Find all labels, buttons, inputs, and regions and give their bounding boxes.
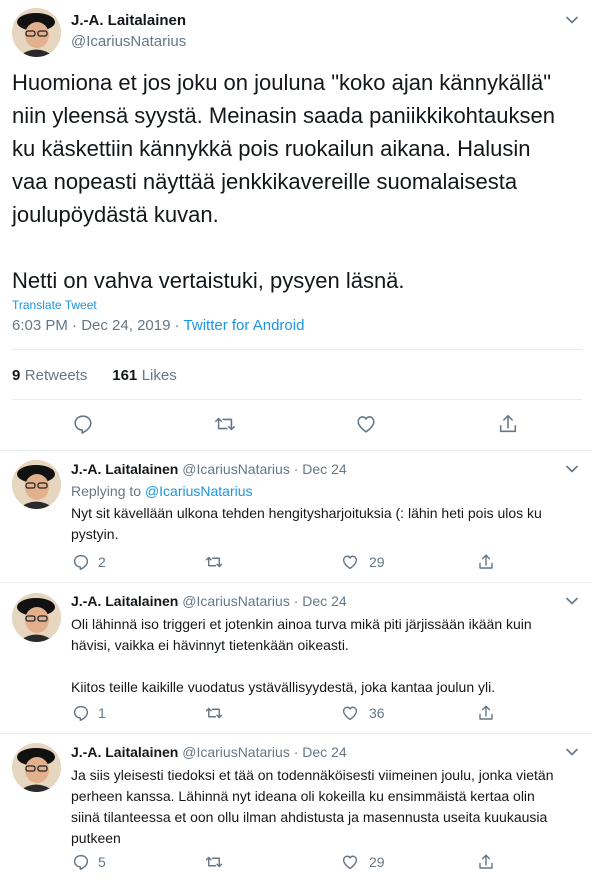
retweet-icon[interactable]	[205, 704, 223, 722]
chevron-down-icon[interactable]	[565, 745, 579, 759]
retweet-icon[interactable]	[205, 553, 223, 571]
reply-count: 2	[98, 554, 106, 570]
divider	[12, 349, 582, 350]
author-name[interactable]: J.-A. Laitalainen	[71, 744, 178, 760]
author-handle[interactable]: @IcariusNatarius	[182, 461, 290, 477]
tweet-date[interactable]: Dec 24, 2019	[81, 317, 170, 334]
like-count: 29	[369, 854, 385, 870]
reply-icon[interactable]	[72, 704, 90, 722]
likes-count[interactable]: 161	[112, 367, 137, 384]
chevron-down-icon[interactable]	[565, 13, 579, 27]
author-name[interactable]: J.-A. Laitalainen	[71, 12, 186, 29]
replying-to-label: Replying to	[71, 483, 142, 499]
share-icon[interactable]	[497, 413, 519, 435]
chevron-down-icon[interactable]	[565, 594, 579, 608]
author-handle[interactable]: @IcariusNatarius	[182, 744, 290, 760]
reply-date[interactable]: Dec 24	[302, 593, 346, 609]
reply-header: J.-A. Laitalainen @IcariusNatarius · Dec…	[71, 744, 347, 760]
meta-separator: ·	[293, 461, 299, 477]
avatar[interactable]	[12, 593, 61, 642]
reply-date[interactable]: Dec 24	[302, 744, 346, 760]
divider	[0, 450, 592, 451]
like-count: 36	[369, 705, 385, 721]
meta-separator: ·	[293, 593, 299, 609]
reply-header: J.-A. Laitalainen @IcariusNatarius · Dec…	[71, 461, 347, 477]
reply-text: Nyt sit kävellään ulkona tehden hengitys…	[71, 505, 542, 542]
author-handle[interactable]: @IcariusNatarius	[182, 593, 290, 609]
like-icon[interactable]	[341, 704, 359, 722]
meta-separator: ·	[293, 744, 299, 760]
tweet-text: Huomiona et jos joku on jouluna "koko aj…	[12, 70, 555, 293]
avatar[interactable]	[12, 460, 61, 509]
reply-count: 1	[98, 705, 106, 721]
chevron-down-icon[interactable]	[565, 462, 579, 476]
avatar[interactable]	[12, 8, 61, 57]
share-icon[interactable]	[477, 553, 495, 571]
retweet-icon[interactable]	[205, 853, 223, 871]
retweets-count[interactable]: 9	[12, 367, 20, 384]
like-icon[interactable]	[341, 853, 359, 871]
reply-icon[interactable]	[72, 553, 90, 571]
reply-icon[interactable]	[72, 853, 90, 871]
reply-icon[interactable]	[72, 413, 94, 435]
share-icon[interactable]	[477, 704, 495, 722]
meta-separator: ·	[174, 317, 180, 334]
tweet-source[interactable]: Twitter for Android	[184, 317, 305, 334]
divider	[12, 399, 582, 400]
retweet-icon[interactable]	[214, 413, 236, 435]
tweet-meta: 6:03 PM · Dec 24, 2019 · Twitter for And…	[12, 317, 304, 334]
tweet-stats: 9 Retweets 161 Likes	[12, 367, 177, 385]
tweet-time[interactable]: 6:03 PM	[12, 317, 68, 334]
avatar[interactable]	[12, 743, 61, 792]
divider	[0, 733, 592, 734]
likes-label[interactable]: Likes	[142, 367, 177, 384]
author-name[interactable]: J.-A. Laitalainen	[71, 461, 178, 477]
meta-separator: ·	[72, 317, 78, 334]
reply-header: J.-A. Laitalainen @IcariusNatarius · Dec…	[71, 593, 347, 609]
like-count: 29	[369, 554, 385, 570]
reply-count: 5	[98, 854, 106, 870]
reply-text: Ja siis yleisesti tiedoksi et tää on tod…	[71, 767, 554, 846]
divider	[0, 582, 592, 583]
reply-date[interactable]: Dec 24	[302, 461, 346, 477]
author-name[interactable]: J.-A. Laitalainen	[71, 593, 178, 609]
like-icon[interactable]	[341, 553, 359, 571]
retweets-label[interactable]: Retweets	[25, 367, 88, 384]
author-handle[interactable]: @IcariusNatarius	[71, 33, 186, 50]
share-icon[interactable]	[477, 853, 495, 871]
like-icon[interactable]	[355, 413, 377, 435]
translate-tweet-link[interactable]: Translate Tweet	[12, 298, 97, 312]
reply-text: Oli lähinnä iso triggeri et jotenkin ain…	[71, 616, 532, 695]
replying-to-handle[interactable]: @IcariusNatarius	[145, 483, 253, 499]
replying-to: Replying to @IcariusNatarius	[71, 483, 253, 499]
